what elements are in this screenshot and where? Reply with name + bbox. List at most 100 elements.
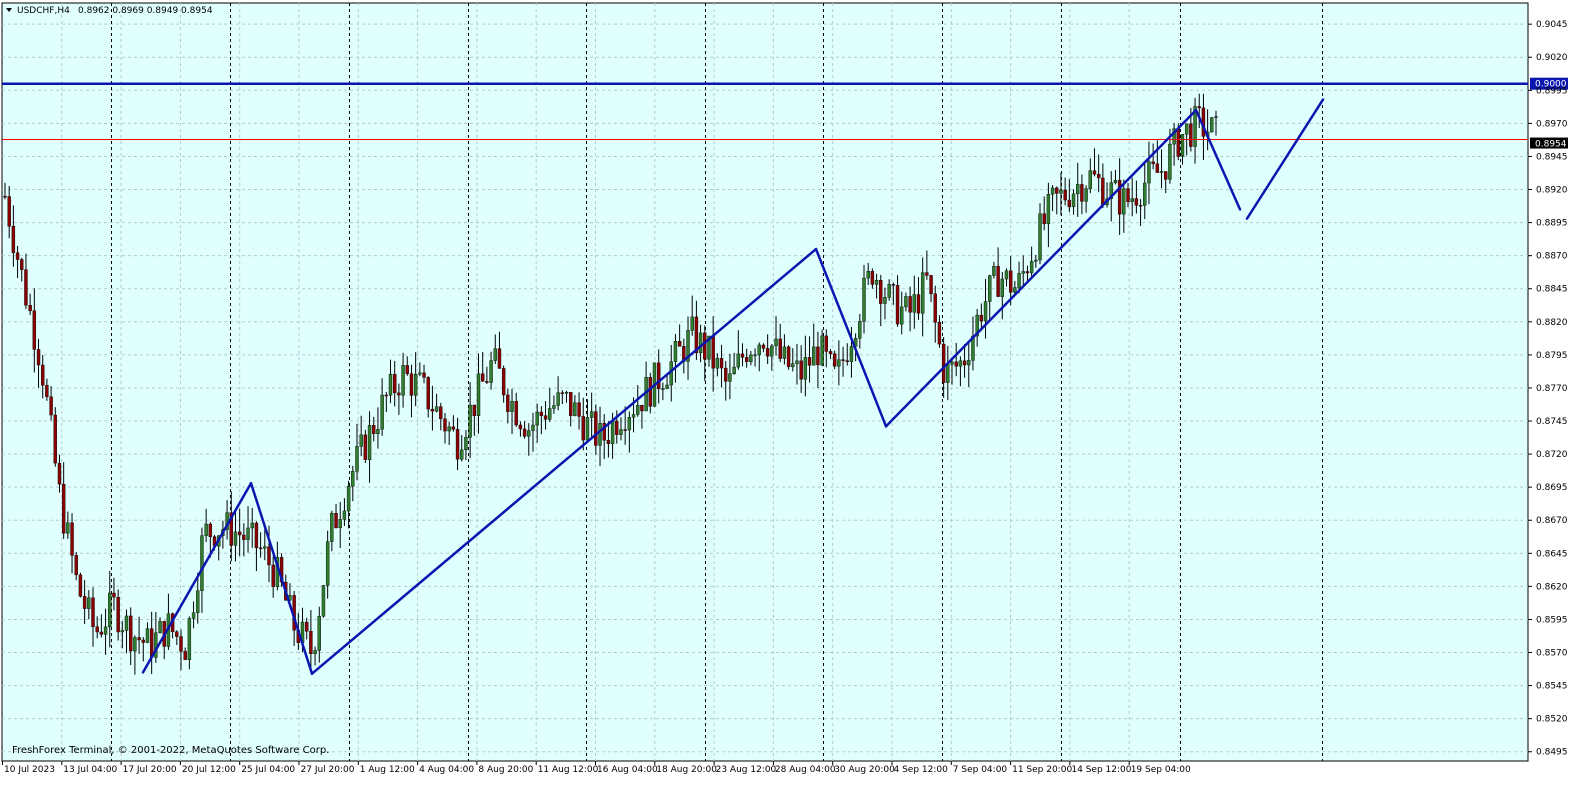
bear-candle[interactable] (439, 406, 443, 420)
bear-candle[interactable] (954, 361, 958, 367)
bear-candle[interactable] (891, 284, 896, 286)
bull-candle[interactable] (158, 621, 162, 633)
bear-candle[interactable] (7, 196, 11, 227)
bear-candle[interactable] (451, 426, 456, 430)
bull-candle[interactable] (338, 519, 342, 528)
bear-candle[interactable] (501, 368, 506, 396)
bear-candle[interactable] (1197, 106, 1201, 109)
bull-candle[interactable] (904, 296, 908, 308)
bear-candle[interactable] (384, 394, 389, 397)
bear-candle[interactable] (1063, 189, 1067, 201)
bull-candle[interactable] (330, 512, 334, 542)
bull-candle[interactable] (346, 486, 351, 512)
bull-candle[interactable] (665, 384, 669, 389)
bull-candle[interactable] (527, 430, 531, 437)
bull-candle[interactable] (803, 357, 808, 380)
bear-candle[interactable] (41, 364, 45, 386)
bull-candle[interactable] (610, 420, 615, 445)
bear-candle[interactable] (36, 349, 41, 366)
bull-candle[interactable] (967, 360, 971, 366)
bull-candle[interactable] (531, 424, 535, 431)
bull-candle[interactable] (946, 364, 950, 383)
bull-candle[interactable] (66, 522, 70, 534)
bull-candle[interactable] (124, 615, 129, 631)
bull-candle[interactable] (753, 354, 757, 357)
bear-candle[interactable] (95, 626, 99, 633)
chart-canvas[interactable]: 0.90000.8954 0.90450.90200.89950.89700.8… (0, 0, 1583, 787)
bull-candle[interactable] (958, 360, 963, 367)
bear-candle[interactable] (1080, 184, 1084, 202)
bull-candle[interactable] (1130, 198, 1134, 202)
bull-candle[interactable] (1071, 193, 1076, 208)
bull-candle[interactable] (795, 360, 799, 364)
bull-candle[interactable] (1159, 171, 1164, 173)
bull-candle[interactable] (1013, 287, 1017, 293)
bull-candle[interactable] (1034, 259, 1038, 262)
bull-candle[interactable] (325, 541, 330, 586)
bear-candle[interactable] (1176, 128, 1180, 157)
bull-candle[interactable] (1084, 188, 1088, 202)
bull-candle[interactable] (1113, 180, 1118, 184)
bull-candle[interactable] (627, 417, 632, 431)
bear-candle[interactable] (141, 639, 145, 643)
bear-candle[interactable] (703, 332, 707, 360)
bull-candle[interactable] (757, 344, 761, 356)
bull-candle[interactable] (736, 353, 741, 368)
bull-candle[interactable] (849, 346, 854, 362)
bull-candle[interactable] (187, 618, 192, 660)
bear-candle[interactable] (816, 346, 820, 366)
bear-candle[interactable] (237, 531, 242, 536)
bull-candle[interactable] (246, 527, 250, 540)
bear-candle[interactable] (78, 574, 83, 597)
bear-candle[interactable] (405, 365, 409, 374)
bull-candle[interactable] (133, 637, 137, 652)
bull-candle[interactable] (552, 405, 556, 409)
bear-candle[interactable] (870, 271, 875, 285)
bull-candle[interactable] (103, 626, 108, 635)
bull-candle[interactable] (418, 372, 422, 375)
bull-candle[interactable] (920, 272, 925, 314)
bull-candle[interactable] (1076, 184, 1080, 195)
bear-candle[interactable] (397, 392, 401, 396)
bull-candle[interactable] (191, 612, 196, 619)
bear-candle[interactable] (832, 353, 837, 367)
bear-candle[interactable] (183, 651, 187, 660)
bull-candle[interactable] (983, 301, 988, 322)
bear-candle[interactable] (137, 637, 141, 641)
bull-candle[interactable] (317, 616, 321, 651)
bear-candle[interactable] (824, 335, 829, 352)
bull-candle[interactable] (862, 277, 866, 322)
bull-candle[interactable] (376, 429, 380, 435)
bear-candle[interactable] (711, 335, 715, 369)
bull-candle[interactable] (1147, 161, 1151, 184)
bull-candle[interactable] (233, 531, 238, 546)
bull-candle[interactable] (87, 597, 91, 609)
bull-candle[interactable] (837, 359, 841, 367)
bear-candle[interactable] (129, 615, 133, 652)
bull-candle[interactable] (1004, 270, 1009, 280)
bull-candle[interactable] (883, 297, 887, 304)
bull-candle[interactable] (321, 585, 326, 617)
bear-candle[interactable] (941, 343, 946, 383)
bull-candle[interactable] (108, 592, 112, 628)
bear-candle[interactable] (112, 592, 116, 598)
bear-candle[interactable] (309, 631, 313, 655)
bear-candle[interactable] (845, 360, 849, 362)
bear-candle[interactable] (472, 404, 477, 416)
bull-candle[interactable] (535, 411, 539, 426)
bear-candle[interactable] (70, 522, 74, 556)
bear-candle[interactable] (1151, 161, 1155, 165)
bull-candle[interactable] (820, 335, 824, 366)
bull-candle[interactable] (715, 357, 720, 369)
bull-candle[interactable] (812, 346, 816, 366)
bull-candle[interactable] (1122, 188, 1126, 215)
bull-candle[interactable] (263, 546, 267, 549)
bear-candle[interactable] (539, 411, 544, 416)
bull-candle[interactable] (1021, 271, 1025, 274)
bull-candle[interactable] (1184, 123, 1189, 135)
bear-candle[interactable] (522, 428, 527, 437)
bull-candle[interactable] (874, 280, 879, 285)
bull-candle[interactable] (510, 401, 514, 412)
bull-candle[interactable] (313, 650, 317, 655)
bear-candle[interactable] (61, 484, 66, 534)
